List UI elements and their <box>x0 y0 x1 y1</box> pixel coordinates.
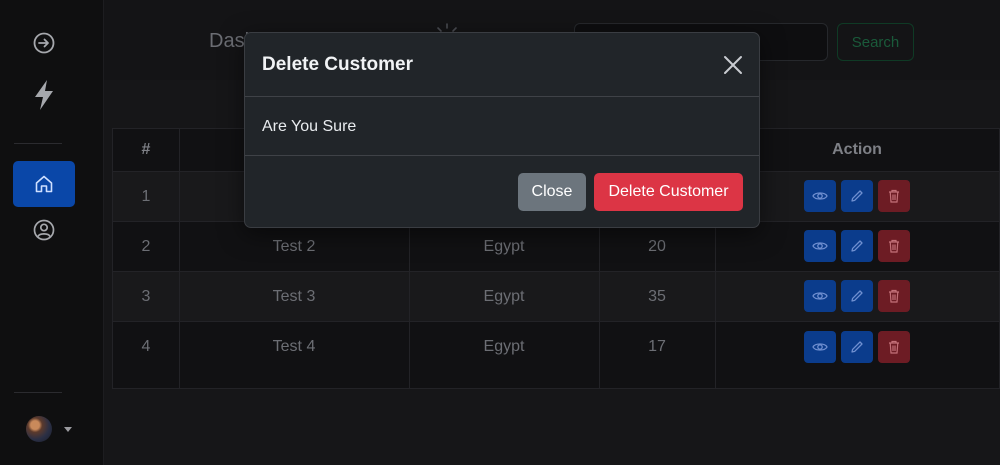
close-button[interactable]: Close <box>518 173 586 211</box>
modal-header: Delete Customer <box>245 33 759 97</box>
delete-customer-button[interactable]: Delete Customer <box>594 173 743 211</box>
modal-body: Are You Sure <box>245 97 759 156</box>
close-icon[interactable] <box>722 54 744 76</box>
modal-title: Delete Customer <box>262 54 413 75</box>
modal-body-text: Are You Sure <box>262 118 357 135</box>
delete-customer-modal: Delete Customer Are You Sure Close Delet… <box>244 32 760 228</box>
